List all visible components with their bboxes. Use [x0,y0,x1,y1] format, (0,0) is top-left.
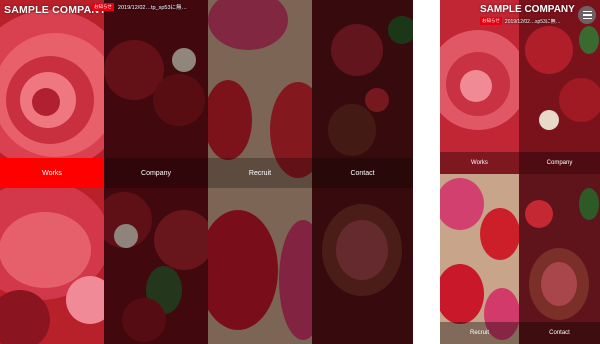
nav-item-company[interactable]: Company [104,158,208,188]
nav-item-recruit[interactable]: Recruit [208,158,312,188]
mobile-tile-label: Works [440,152,519,174]
news-text[interactable]: 2019/12/02…tp_sp53に無… [118,3,187,11]
mobile-tile-label: Recruit [440,322,519,344]
desktop-preview: Works Company Recruit Contact SAMPLE COM… [0,0,413,344]
pinecones-image [519,174,600,344]
nav-item-contact[interactable]: Contact [312,158,413,188]
news-badge: お知らせ [92,3,114,11]
mobile-preview: Works Company Recruit Contact SAMPLE COM… [440,0,600,344]
news-ticker[interactable]: お知らせ 2019/12/02…tp_sp53に無… [92,3,187,11]
mobile-tile-label: Contact [519,322,600,344]
site-header: SAMPLE COMPANY お知らせ 2019/12/02…tp_sp53に無… [0,0,413,24]
hamburger-menu-icon[interactable] [578,6,596,24]
nav-panel-company[interactable]: Company [104,0,208,344]
news-text[interactable]: 2019/12/02…sp53に無… [505,18,561,25]
mobile-tile-label: Company [519,152,600,174]
mobile-logo[interactable]: SAMPLE COMPANY [480,4,575,15]
nav-item-works[interactable]: Works [0,158,104,188]
nav-panel-contact[interactable]: Contact [312,0,413,344]
roses-image [519,0,600,174]
mobile-tile-works[interactable]: Works [440,0,519,174]
nav-panel-recruit[interactable]: Recruit [208,0,312,344]
rose-image [440,0,519,174]
mobile-tile-contact[interactable]: Contact [519,174,600,344]
nav-panel-works[interactable]: Works [0,0,104,344]
mobile-tile-company[interactable]: Company [519,0,600,174]
hearts-image [440,174,519,344]
news-badge: お知らせ [480,17,502,25]
mobile-tile-recruit[interactable]: Recruit [440,174,519,344]
mobile-news-ticker[interactable]: お知らせ 2019/12/02…sp53に無… [480,17,561,25]
